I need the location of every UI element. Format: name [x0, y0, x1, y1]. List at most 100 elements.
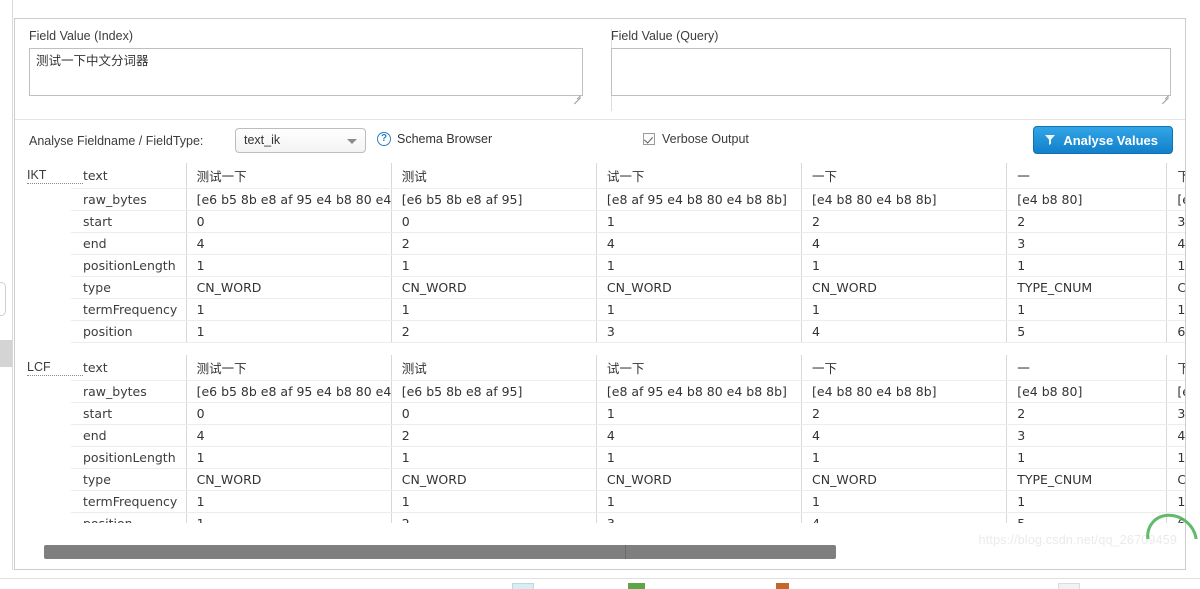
- verbose-output-label: Verbose Output: [662, 132, 749, 146]
- collapsed-panel-handle[interactable]: [0, 282, 6, 316]
- attribute-name-cell: type: [71, 276, 187, 299]
- token-value-cell: 4: [801, 424, 1007, 447]
- token-value-cell: 1: [595, 402, 802, 425]
- token-value-cell: 试一下: [595, 355, 802, 381]
- table-row: start0012234: [71, 402, 1185, 425]
- token-value-cell: 一下: [801, 163, 1007, 189]
- token-value-cell: [e4 b8 8b]: [1166, 380, 1185, 403]
- peeking-item-3[interactable]: [776, 583, 789, 589]
- token-value-cell: 1: [1006, 298, 1167, 321]
- token-value-cell: CN_WORD: [390, 468, 597, 491]
- token-value-cell: 1: [185, 446, 392, 469]
- token-value-cell: 1: [390, 490, 597, 513]
- token-value-cell: 1: [390, 254, 597, 277]
- token-value-cell: 3: [595, 512, 802, 523]
- table-row: raw_bytes [e6 b5 8b e8 af 95 e4 b8 80 e4 …: [71, 380, 1185, 403]
- attribute-name-cell: text: [71, 355, 187, 381]
- index-value-textarea[interactable]: [29, 48, 583, 96]
- attribute-name-cell: start: [71, 402, 187, 425]
- attribute-name-cell: positionLength: [71, 446, 187, 469]
- token-value-cell: 1: [595, 490, 802, 513]
- token-value-cell: 4: [185, 232, 392, 255]
- attribute-name-cell: raw_bytes: [71, 188, 187, 211]
- screen: Field Value (Index) Field Value (Query) …: [0, 0, 1200, 589]
- token-value-cell: 4: [1166, 232, 1185, 255]
- token-value-cell: 4: [801, 512, 1007, 523]
- attribute-name-cell: position: [71, 320, 187, 343]
- query-value-textarea[interactable]: [611, 48, 1171, 96]
- peeking-item-4[interactable]: [1058, 583, 1080, 589]
- token-value-cell: 1: [185, 254, 392, 277]
- fieldtype-select[interactable]: text_ik: [235, 128, 366, 153]
- query-textarea-wrapper: [611, 48, 1171, 105]
- token-value-cell: 1: [1006, 254, 1167, 277]
- token-value-cell: 2: [801, 402, 1007, 425]
- analyzer-block: IKTtext测试一下测试试一下一下一下中文分词raw_bytes[e6 b5 …: [15, 163, 1185, 343]
- token-value-cell: 3: [1166, 402, 1185, 425]
- peeking-item-2[interactable]: [628, 583, 645, 589]
- token-value-cell: 2: [390, 512, 597, 523]
- query-field-label: Field Value (Query): [611, 29, 719, 43]
- token-value-cell: 1: [801, 254, 1007, 277]
- fieldtype-label: Analyse Fieldname / FieldType:: [29, 134, 204, 148]
- analyse-values-button[interactable]: Analyse Values: [1033, 126, 1173, 154]
- verbose-checkbox[interactable]: [643, 133, 655, 145]
- table-row: type CN_WORD CN_WORD CN_WORD CN_WORD TYPE_CNU…: [71, 468, 1185, 491]
- schema-browser-link[interactable]: ? Schema Browser: [377, 132, 492, 146]
- scrollbar-thumb[interactable]: [44, 545, 836, 559]
- token-value-cell: 0: [390, 210, 597, 233]
- token-value-cell: 2: [801, 210, 1007, 233]
- attribute-name-cell: type: [71, 468, 187, 491]
- token-value-cell: 3: [595, 320, 802, 343]
- peeking-item-1[interactable]: [512, 583, 534, 589]
- token-value-cell: 4: [595, 232, 802, 255]
- table-row: start0012234: [71, 210, 1185, 233]
- token-value-cell: 1: [801, 446, 1007, 469]
- analyzer-tag[interactable]: LCF: [27, 359, 83, 376]
- token-value-cell: 1: [595, 298, 802, 321]
- token-value-cell: 测试: [390, 355, 597, 381]
- token-value-cell: [e4 b8 80]: [1006, 380, 1167, 403]
- schema-browser-label: Schema Browser: [397, 132, 493, 146]
- analyzer-tag[interactable]: IKT: [27, 167, 83, 184]
- token-value-cell: 1: [185, 298, 392, 321]
- chevron-down-icon: [347, 139, 357, 144]
- token-value-cell: [e6 b5 8b e8 af 95 e4 b8 80 e4 b8 8b]: [185, 380, 392, 403]
- token-value-cell: [e6 b5 8b e8 af 95]: [390, 188, 597, 211]
- table-row: raw_bytes [e6 b5 8b e8 af 95 e4 b8 80 e4 …: [71, 188, 1185, 211]
- token-value-cell: 2: [390, 232, 597, 255]
- index-field-label: Field Value (Index): [29, 29, 133, 43]
- token-value-cell: 3: [1006, 424, 1167, 447]
- token-value-cell: 1: [801, 490, 1007, 513]
- token-value-cell: 下: [1166, 163, 1185, 189]
- index-field-group: Field Value (Index): [15, 19, 597, 119]
- table-row: termFrequency1111111: [71, 490, 1185, 513]
- analyse-controls-row: Analyse Fieldname / FieldType: text_ik ?…: [15, 119, 1185, 163]
- verbose-output-toggle[interactable]: Verbose Output: [643, 132, 749, 146]
- table-row: termFrequency1111111: [71, 298, 1185, 321]
- field-value-form: Field Value (Index) Field Value (Query): [15, 19, 1185, 119]
- token-value-cell: [e8 af 95 e4 b8 80 e4 b8 8b]: [595, 188, 802, 211]
- left-edge-scroll-marker[interactable]: [0, 340, 12, 367]
- token-value-cell: 1: [595, 254, 802, 277]
- token-value-cell: COUNT: [1166, 468, 1185, 491]
- fieldtype-selected-value: text_ik: [244, 133, 281, 147]
- horizontal-scrollbar[interactable]: [29, 545, 1173, 559]
- table-row: end4244348: [71, 424, 1185, 447]
- token-value-cell: 1: [1166, 446, 1185, 469]
- attribute-name-cell: start: [71, 210, 187, 233]
- token-value-cell: 一: [1006, 163, 1167, 189]
- attribute-name-cell: positionLength: [71, 254, 187, 277]
- analysis-results[interactable]: IKTtext测试一下测试试一下一下一下中文分词raw_bytes[e6 b5 …: [15, 163, 1185, 523]
- token-value-cell: 4: [1166, 424, 1185, 447]
- attribute-name-cell: text: [71, 163, 187, 189]
- token-value-cell: [e6 b5 8b e8 af 95]: [390, 380, 597, 403]
- token-value-cell: 6: [1166, 320, 1185, 343]
- token-value-cell: [e8 af 95 e4 b8 80 e4 b8 8b]: [595, 380, 802, 403]
- token-value-cell: 下: [1166, 355, 1185, 381]
- token-value-cell: 1: [1006, 490, 1167, 513]
- token-value-cell: 1: [185, 490, 392, 513]
- token-value-cell: 测试一下: [185, 163, 392, 189]
- token-value-cell: 1: [595, 210, 802, 233]
- attribute-name-cell: termFrequency: [71, 298, 187, 321]
